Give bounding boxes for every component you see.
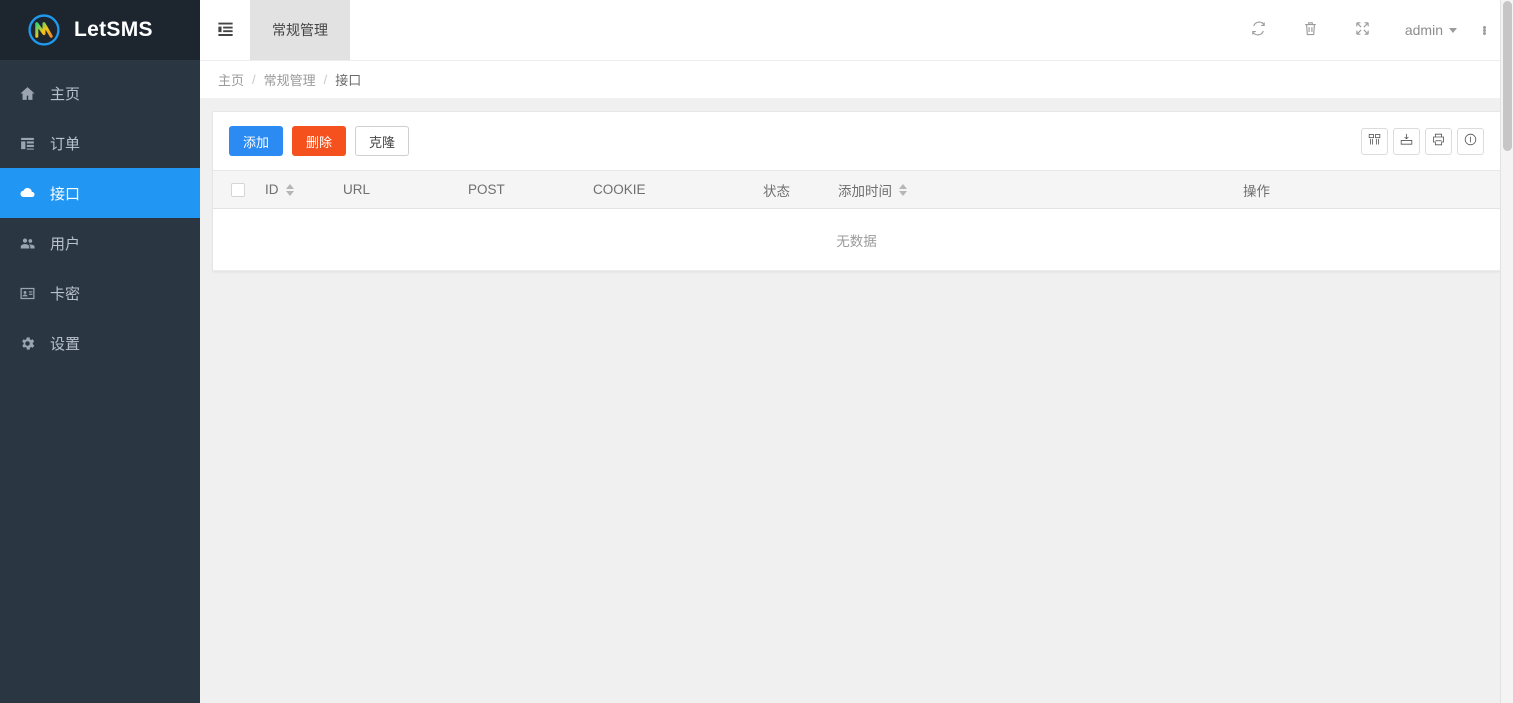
interfaces-table: ID URL POST COOKIE 状态 添加时间 操作 无数据 bbox=[213, 170, 1500, 271]
breadcrumb-item-general[interactable]: 常规管理 bbox=[264, 70, 316, 89]
sidebar-item-label: 接口 bbox=[50, 185, 81, 203]
list-icon bbox=[18, 134, 36, 152]
th-cookie: COOKIE bbox=[593, 170, 763, 209]
tab-label: 常规管理 bbox=[272, 22, 328, 38]
users-icon bbox=[18, 234, 36, 252]
sidebar-item-label: 卡密 bbox=[50, 285, 81, 303]
table-body: 无数据 bbox=[213, 208, 1500, 271]
fullscreen-icon bbox=[1354, 20, 1371, 40]
user-menu[interactable]: admin bbox=[1389, 0, 1467, 60]
th-cookie-label: COOKIE bbox=[593, 182, 646, 197]
th-created-label: 添加时间 bbox=[838, 183, 892, 199]
fullscreen-button[interactable] bbox=[1337, 0, 1389, 60]
th-post-label: POST bbox=[468, 182, 505, 197]
breadcrumb: 主页 / 常规管理 / 接口 bbox=[218, 70, 361, 89]
columns-button[interactable] bbox=[1361, 127, 1388, 155]
th-id[interactable]: ID bbox=[265, 170, 343, 209]
more-options-button[interactable] bbox=[1467, 0, 1501, 60]
page-body: 添加 删除 克隆 ID URL POST COOKIE 状态 添加时间 操作 无… bbox=[200, 98, 1513, 703]
sidebar-item-home[interactable]: 主页 bbox=[0, 68, 200, 118]
delete-button[interactable]: 删除 bbox=[292, 126, 347, 156]
more-vertical-icon bbox=[1482, 25, 1486, 35]
topbar: 常规管理 admin bbox=[200, 0, 1513, 60]
sort-icon[interactable] bbox=[285, 183, 294, 196]
refresh-button[interactable] bbox=[1233, 0, 1285, 60]
trash-icon bbox=[1302, 20, 1319, 40]
sidebar-nav: 主页 订单 接口 用户 卡密 设置 bbox=[0, 60, 200, 368]
columns-icon bbox=[1367, 132, 1382, 150]
table-tool-icons bbox=[1361, 127, 1484, 155]
home-icon bbox=[18, 84, 36, 102]
topbar-tabs: 常规管理 bbox=[250, 0, 350, 60]
sidebar-item-cards[interactable]: 卡密 bbox=[0, 268, 200, 318]
breadcrumb-item-home[interactable]: 主页 bbox=[218, 70, 244, 89]
tab-general-management[interactable]: 常规管理 bbox=[250, 0, 350, 60]
print-icon bbox=[1431, 132, 1446, 150]
th-action-label: 操作 bbox=[1243, 183, 1270, 199]
th-status-label: 状态 bbox=[763, 183, 790, 199]
th-url-label: URL bbox=[343, 182, 371, 197]
sidebar-item-orders[interactable]: 订单 bbox=[0, 118, 200, 168]
sidebar-item-api[interactable]: 接口 bbox=[0, 168, 200, 218]
scrollbar-thumb[interactable] bbox=[1503, 1, 1512, 151]
user-name: admin bbox=[1404, 22, 1443, 38]
sort-icon[interactable] bbox=[899, 183, 907, 196]
id-card-icon bbox=[18, 284, 36, 302]
cloud-icon bbox=[18, 184, 36, 202]
sidebar-collapse-button[interactable] bbox=[200, 0, 250, 60]
brand-logo[interactable]: LetSMS bbox=[0, 0, 200, 60]
breadcrumb-item-current: 接口 bbox=[335, 73, 362, 88]
table-empty-row: 无数据 bbox=[213, 208, 1500, 271]
topbar-actions: admin bbox=[1233, 0, 1513, 60]
empty-state-cell: 无数据 bbox=[213, 208, 1500, 271]
table-toolbar: 添加 删除 克隆 bbox=[213, 112, 1500, 170]
sidebar-item-label: 用户 bbox=[50, 235, 81, 253]
th-created[interactable]: 添加时间 bbox=[838, 170, 1243, 209]
letsms-logo-icon bbox=[26, 12, 62, 48]
breadcrumb-separator: / bbox=[252, 72, 256, 87]
refresh-icon bbox=[1250, 20, 1267, 40]
content-card: 添加 删除 克隆 ID URL POST COOKIE 状态 添加时间 操作 无… bbox=[212, 111, 1501, 272]
th-action: 操作 bbox=[1243, 170, 1500, 209]
sidebar-item-label: 主页 bbox=[50, 85, 81, 103]
chevron-down-icon bbox=[1449, 27, 1457, 33]
indent-list-icon bbox=[216, 19, 235, 41]
vertical-scrollbar[interactable] bbox=[1500, 0, 1513, 703]
sidebar-item-label: 设置 bbox=[50, 335, 81, 353]
delete-button[interactable] bbox=[1285, 0, 1337, 60]
th-status: 状态 bbox=[763, 170, 838, 209]
table-header-row: ID URL POST COOKIE 状态 添加时间 操作 bbox=[213, 170, 1500, 209]
sidebar-item-settings[interactable]: 设置 bbox=[0, 318, 200, 368]
export-button[interactable] bbox=[1393, 127, 1420, 155]
info-button[interactable] bbox=[1457, 127, 1484, 155]
app-root: LetSMS 主页 订单 接口 用户 卡密 设置 常规管理 admin 主页 /… bbox=[0, 0, 1513, 703]
sidebar-item-users[interactable]: 用户 bbox=[0, 218, 200, 268]
th-select-all bbox=[213, 170, 265, 209]
sidebar: LetSMS 主页 订单 接口 用户 卡密 设置 bbox=[0, 0, 200, 703]
th-url: URL bbox=[343, 170, 468, 209]
breadcrumb-bar: 主页 / 常规管理 / 接口 bbox=[200, 60, 1513, 98]
table-head: ID URL POST COOKIE 状态 添加时间 操作 bbox=[213, 170, 1500, 209]
sidebar-item-label: 订单 bbox=[50, 135, 81, 153]
clone-button[interactable]: 克隆 bbox=[355, 126, 410, 156]
print-button[interactable] bbox=[1425, 127, 1452, 155]
gear-icon bbox=[18, 334, 36, 352]
th-id-label: ID bbox=[265, 182, 279, 197]
export-icon bbox=[1399, 132, 1414, 150]
th-post: POST bbox=[468, 170, 593, 209]
breadcrumb-separator: / bbox=[323, 72, 328, 87]
brand-name: LetSMS bbox=[74, 18, 153, 41]
info-icon bbox=[1463, 132, 1478, 150]
add-button[interactable]: 添加 bbox=[229, 126, 284, 156]
main-area: 常规管理 admin 主页 / 常规管理 / 接口 添加 删除 克隆 ID UR… bbox=[200, 0, 1513, 703]
select-all-checkbox[interactable] bbox=[231, 183, 245, 198]
